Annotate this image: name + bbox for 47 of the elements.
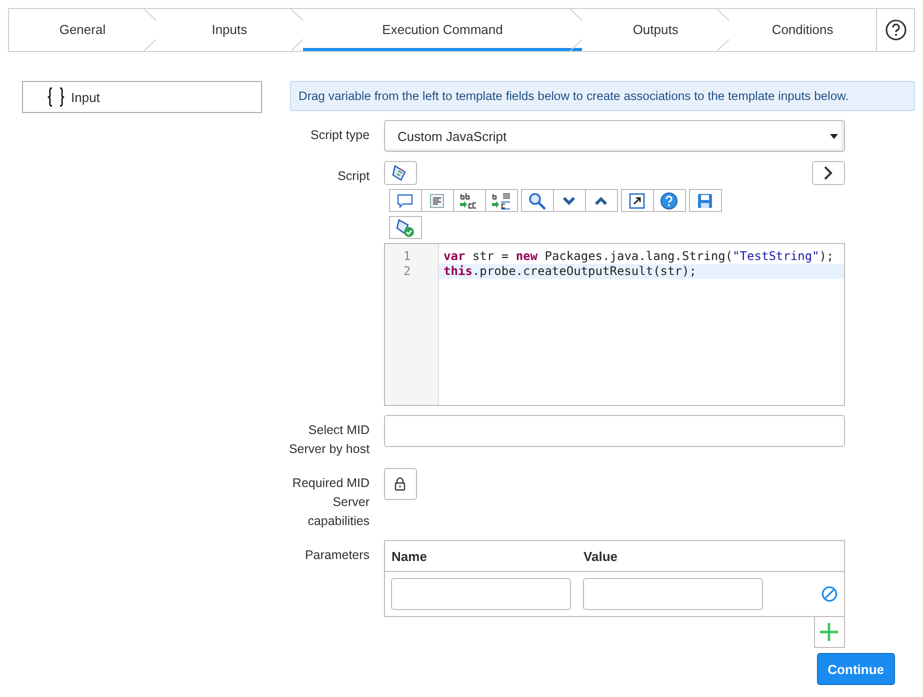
- help-icon: [884, 19, 907, 41]
- check-syntax-button[interactable]: [388, 216, 422, 239]
- help-icon: [660, 192, 678, 210]
- line-number: 2: [402, 264, 412, 279]
- fullscreen-button[interactable]: [620, 189, 654, 212]
- column-header: Name: [392, 548, 428, 564]
- field-label: Parameters: [304, 547, 370, 564]
- lock-icon: [394, 477, 406, 491]
- speech-bubble-icon: [397, 194, 414, 208]
- column-header: Value: [584, 548, 619, 564]
- search-button[interactable]: [520, 189, 554, 212]
- format-button[interactable]: [420, 189, 454, 212]
- plus-icon: [819, 622, 840, 642]
- script-type-dropdown[interactable]: Custom JavaScript: [384, 120, 845, 152]
- text-lines-icon: [430, 194, 444, 208]
- code-line: var str = new Packages.java.lang.String("TestString");: [442, 249, 835, 264]
- code-editor[interactable]: 1 2 var str = new Packages.java.lang.String("TestString"); this.probe.createOutputResult(str);: [384, 243, 845, 406]
- field-label: Script: [336, 168, 370, 185]
- braces-icon: [47, 87, 65, 107]
- save-icon: [697, 192, 714, 208]
- comment-button[interactable]: [388, 189, 422, 212]
- help-button[interactable]: [652, 189, 686, 212]
- mid-server-host-field[interactable]: [384, 415, 845, 447]
- save-button[interactable]: [688, 189, 722, 212]
- chevron-up-icon: [595, 196, 608, 204]
- scroll-check-icon: [395, 218, 416, 238]
- script-tool-button[interactable]: [384, 161, 417, 185]
- field-label: Script type: [309, 127, 370, 144]
- remove-icon[interactable]: [820, 584, 838, 604]
- capabilities-button[interactable]: [384, 468, 417, 500]
- search-icon: [528, 192, 546, 210]
- previous-button[interactable]: [584, 189, 618, 212]
- chevron-right-icon: [823, 166, 834, 180]
- caret-icon: [830, 134, 838, 138]
- expand-button[interactable]: [812, 161, 845, 185]
- parameter-value-field[interactable]: [582, 578, 763, 610]
- variable-item[interactable]: Input: [22, 81, 262, 113]
- next-button[interactable]: [552, 189, 586, 212]
- replace-all-icon: [491, 192, 512, 210]
- replace-all-button[interactable]: [484, 189, 518, 212]
- info-message: Drag variable from the left to template fields below to create associations to the template inputs below.: [290, 81, 915, 111]
- parameter-name-field[interactable]: [390, 578, 571, 610]
- field-label: Required MID Server capabilities: [291, 475, 370, 530]
- replace-button[interactable]: [452, 189, 486, 212]
- chevron-down-icon: [563, 196, 576, 204]
- field-label: Select MID Server by host: [288, 422, 370, 458]
- line-number: 1: [402, 249, 412, 264]
